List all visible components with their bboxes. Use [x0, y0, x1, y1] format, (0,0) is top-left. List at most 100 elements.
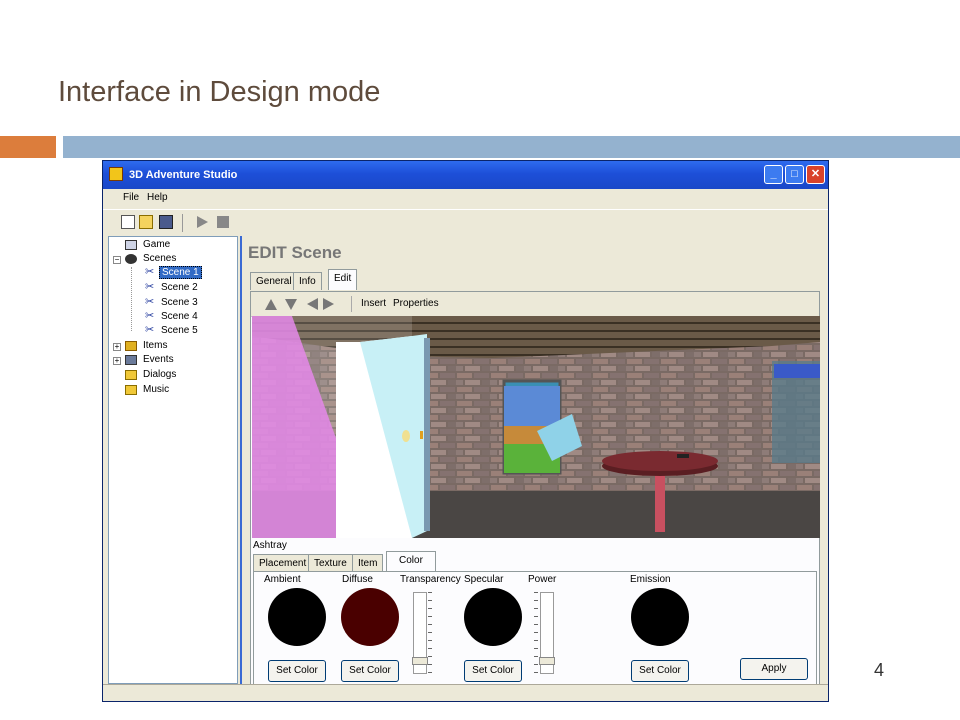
emission-color-swatch[interactable] [631, 588, 689, 646]
tree-item-scene-2[interactable]: Scene 2 [145, 282, 200, 296]
turn-right-icon[interactable] [323, 298, 334, 310]
accent-bar-orange [0, 136, 56, 158]
accent-bar-blue [63, 136, 960, 158]
collapse-scenes-toggle[interactable]: − [113, 256, 121, 264]
insert-menu[interactable]: Insert [361, 298, 386, 309]
color-panel: Ambient Diffuse Transparency Specular Po… [253, 571, 817, 685]
app-logo-icon [109, 167, 123, 181]
items-icon [125, 340, 137, 351]
power-label: Power [528, 574, 557, 585]
tab-placement[interactable]: Placement [253, 554, 313, 572]
tree-item-scene-4[interactable]: Scene 4 [145, 311, 200, 325]
minimize-button[interactable]: _ [764, 165, 783, 184]
tree-item-label: Scenes [143, 253, 177, 264]
toolbar-separator [182, 214, 183, 232]
tab-general[interactable]: General [250, 272, 298, 290]
set-emission-color-button[interactable]: Set Color [631, 660, 689, 682]
tree-item-scene-3[interactable]: Scene 3 [145, 297, 200, 311]
expand-items-toggle[interactable]: + [113, 343, 121, 351]
tab-texture[interactable]: Texture [308, 554, 353, 572]
ambient-label: Ambient [264, 574, 301, 585]
scene-3d-viewport[interactable] [252, 316, 820, 538]
tree-item-label: Dialogs [143, 369, 177, 380]
play-icon[interactable] [197, 216, 208, 228]
transparency-slider[interactable] [412, 592, 428, 674]
folder-icon [125, 384, 137, 395]
tree-item-label: Game [143, 239, 171, 250]
tree-item-label: Events [143, 354, 174, 365]
slide-title: Interface in Design mode [58, 76, 381, 108]
tree-item-scene-1[interactable]: Scene 1 [145, 266, 202, 281]
events-icon [125, 354, 137, 365]
tree-item-scene-5[interactable]: Scene 5 [145, 325, 200, 339]
tab-color[interactable]: Color [386, 551, 436, 572]
properties-menu[interactable]: Properties [393, 298, 439, 309]
diffuse-color-swatch[interactable] [341, 588, 399, 646]
scissors-icon [145, 282, 155, 293]
scissors-icon [145, 325, 155, 336]
tree-item-scenes[interactable]: Scenes [125, 253, 178, 267]
scene-nav-toolbar: Insert Properties [251, 292, 819, 317]
menu-bar: File Help [103, 189, 828, 207]
tree-item-label: Music [143, 384, 170, 395]
tree-item-label: Scene 3 [161, 297, 198, 308]
tree-item-events[interactable]: Events [125, 354, 176, 368]
scissors-icon [145, 267, 155, 278]
edit-tab-content: Insert Properties Ashtray Placement Text… [250, 291, 820, 686]
tab-info[interactable]: Info [293, 272, 322, 290]
tree-item-game[interactable]: Game [125, 239, 172, 253]
edit-heading: EDIT Scene [248, 243, 342, 262]
tree-item-label: Scene 1 [159, 266, 202, 279]
main-toolbar [103, 209, 828, 236]
page-number: 4 [874, 660, 885, 680]
scene-render [252, 316, 820, 538]
scenes-icon [125, 253, 137, 264]
slider-ticks [428, 592, 432, 674]
save-disk-icon[interactable] [159, 215, 173, 229]
ambient-color-swatch[interactable] [268, 588, 326, 646]
status-bar [103, 684, 828, 701]
tab-edit[interactable]: Edit [328, 269, 358, 290]
project-tree: Game − Scenes Scene 1 Scene 2 Scene 3 Sc… [108, 236, 238, 684]
window-title: 3D Adventure Studio [129, 169, 238, 181]
tree-item-dialogs[interactable]: Dialogs [125, 369, 178, 383]
tree-item-label: Scene 4 [161, 311, 198, 322]
set-diffuse-color-button[interactable]: Set Color [341, 660, 399, 682]
move-down-icon[interactable] [285, 299, 297, 310]
app-window: 3D Adventure Studio _ □ ✕ File Help Game… [102, 160, 829, 702]
tree-item-music[interactable]: Music [125, 384, 171, 398]
slider-ticks [534, 592, 538, 674]
tab-item[interactable]: Item [352, 554, 384, 572]
move-up-icon[interactable] [265, 299, 277, 310]
stop-icon[interactable] [217, 216, 229, 228]
tree-item-label: Scene 2 [161, 282, 198, 293]
open-folder-icon[interactable] [139, 215, 153, 229]
folder-icon [125, 369, 137, 380]
specular-color-swatch[interactable] [464, 588, 522, 646]
new-file-icon[interactable] [121, 215, 135, 229]
tree-item-label: Scene 5 [161, 325, 198, 336]
menu-file[interactable]: File [123, 192, 139, 203]
scissors-icon [145, 311, 155, 322]
close-button[interactable]: ✕ [806, 165, 825, 184]
tree-connector [131, 267, 132, 331]
power-slider[interactable] [539, 592, 555, 674]
selected-object-name: Ashtray [253, 540, 287, 551]
transparency-label: Transparency [400, 574, 461, 585]
tree-item-items[interactable]: Items [125, 340, 169, 354]
turn-left-icon[interactable] [307, 298, 318, 310]
set-ambient-color-button[interactable]: Set Color [268, 660, 326, 682]
title-bar[interactable]: 3D Adventure Studio _ □ ✕ [103, 161, 828, 189]
emission-label: Emission [630, 574, 671, 585]
apply-button[interactable]: Apply [740, 658, 808, 680]
scissors-icon [145, 297, 155, 308]
menu-help[interactable]: Help [147, 192, 168, 203]
expand-events-toggle[interactable]: + [113, 357, 121, 365]
set-specular-color-button[interactable]: Set Color [464, 660, 522, 682]
game-icon [125, 239, 137, 250]
maximize-button[interactable]: □ [785, 165, 804, 184]
diffuse-label: Diffuse [342, 574, 373, 585]
specular-label: Specular [464, 574, 504, 585]
tree-item-label: Items [143, 340, 168, 351]
edit-panel: EDIT Scene General Info Edit Insert Prop… [240, 236, 827, 686]
